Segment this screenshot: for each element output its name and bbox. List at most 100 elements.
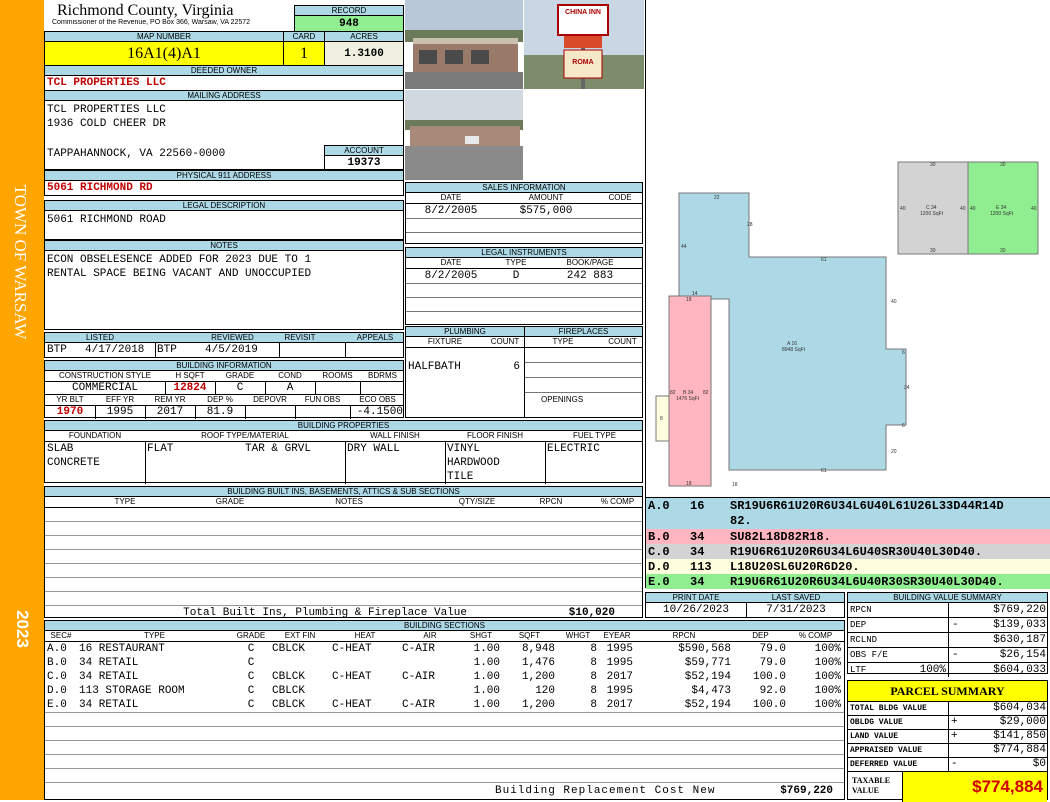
photo-building-rear bbox=[405, 90, 523, 180]
dim-d: 8 bbox=[660, 416, 663, 422]
bi2-col-notes: NOTES bbox=[335, 497, 363, 506]
section-cell-extfin: CBLCK bbox=[272, 685, 306, 697]
ps-obldg-value: $29,000 bbox=[999, 716, 1046, 728]
sales-title: SALES INFORMATION bbox=[406, 183, 642, 193]
plumbing-count: 6 bbox=[513, 361, 520, 373]
legend-code-b: 34 bbox=[690, 530, 705, 544]
section-cell-eyear: 1995 bbox=[606, 685, 633, 697]
dim-c-top: 30 bbox=[930, 162, 936, 168]
bi-yrblt: 1970 bbox=[56, 406, 84, 418]
legend-path-a: SR19U6R61U20R6U34L6U40L61U26L33D44R14D bbox=[730, 499, 1004, 513]
bi-col-depovr: DEPOVR bbox=[253, 395, 287, 404]
legal-instruments-title: LEGAL INSTRUMENTS bbox=[406, 248, 642, 258]
fireplaces-box: FIREPLACES TYPE COUNT OPENINGS bbox=[524, 326, 643, 418]
legend-sec-d: D.0 bbox=[648, 560, 670, 574]
record-box: RECORD 948 bbox=[294, 5, 404, 32]
ps-taxable-value: $774,884 bbox=[902, 772, 1047, 802]
replacement-value: $769,220 bbox=[780, 785, 833, 797]
section-cell-grade: C bbox=[247, 699, 255, 711]
map-number-value: 16A1(4)A1 bbox=[45, 42, 283, 66]
bi-cond: A bbox=[286, 382, 294, 394]
vs-ltf-pct: 100% bbox=[919, 664, 946, 676]
li-col-date: DATE bbox=[440, 258, 462, 267]
section-cell-shgt: 1.00 bbox=[473, 685, 500, 697]
dim-b-top: 18 bbox=[686, 297, 692, 303]
section-cell-type: 34 RETAIL bbox=[79, 671, 139, 683]
area-a: 8948 SqFt bbox=[782, 347, 806, 353]
appeals-label: APPEALS bbox=[356, 333, 394, 342]
section-cell-air bbox=[402, 684, 458, 698]
photo-building-front-image bbox=[405, 0, 523, 89]
sketch-section-a bbox=[678, 192, 907, 471]
section-cell-air: C-AIR bbox=[402, 699, 436, 711]
sections-col-whgt: WHGT bbox=[565, 631, 591, 640]
bp-foundation-1: SLAB bbox=[47, 443, 74, 455]
section-cell-comp: 100% bbox=[814, 657, 841, 669]
legend-sec-b: B.0 bbox=[648, 530, 670, 544]
bp-col-floor: FLOOR FINISH bbox=[466, 431, 523, 440]
section-cell-sqft: 120 bbox=[535, 685, 555, 697]
bi-depovr bbox=[245, 406, 295, 419]
section-cell-eyear: 2017 bbox=[606, 671, 633, 683]
ps-land-value: $141,850 bbox=[993, 730, 1046, 742]
sections-col-air: AIR bbox=[423, 631, 437, 640]
bi-funobs bbox=[295, 406, 350, 419]
section-cell-whgt: 8 bbox=[590, 685, 597, 697]
section-cell-comp: 100% bbox=[814, 699, 841, 711]
fireplaces-col-count: COUNT bbox=[608, 337, 637, 346]
dim-a-61: 61 bbox=[821, 257, 827, 263]
bi-col-dep: DEP % bbox=[207, 395, 233, 404]
section-row: C.0 34 RETAIL C CBLCK C-HEAT C-AIR 1.00 1,200 8 2… bbox=[45, 670, 844, 684]
sections-col-sqft: SQFT bbox=[518, 631, 541, 640]
bi-col-rooms: ROOMS bbox=[322, 371, 353, 380]
section-row-empty bbox=[45, 768, 844, 783]
legend-sec-c: C.0 bbox=[648, 545, 670, 559]
print-date-label: PRINT DATE bbox=[672, 593, 720, 602]
ps-appraised-value: $774,884 bbox=[993, 744, 1046, 756]
sections-col-sec: SEC# bbox=[50, 631, 72, 640]
fireplaces-openings-label: OPENINGS bbox=[541, 395, 584, 404]
record-value: 948 bbox=[295, 16, 403, 32]
section-cell-sec: A.0 bbox=[47, 643, 67, 655]
section-cell-extfin: CBLCK bbox=[272, 671, 306, 683]
dim-a-28: 28 bbox=[747, 222, 753, 228]
section-cell-extfin bbox=[272, 656, 328, 670]
vs-rpcn-label: RPCN bbox=[850, 605, 872, 615]
bp-col-fuel: FUEL TYPE bbox=[572, 431, 617, 440]
legend-row-d: D.0 113 L18U20SL6U20R6D20. bbox=[646, 559, 1050, 574]
bi-col-ecoobs: ECO OBS bbox=[359, 395, 396, 404]
dim-a-18: 18 bbox=[732, 482, 738, 488]
bi-col-hsqft: H SQFT bbox=[175, 371, 205, 380]
bp-col-roof: ROOF TYPE/MATERIAL bbox=[201, 431, 289, 440]
bp-foundation-2: CONCRETE bbox=[47, 457, 100, 469]
section-cell-air bbox=[402, 656, 458, 670]
section-cell-extfin: CBLCK bbox=[272, 699, 306, 711]
plumbing-title: PLUMBING bbox=[406, 327, 524, 337]
section-cell-sec: B.0 bbox=[47, 657, 67, 669]
mailing-line-2: 1936 COLD CHEER DR bbox=[47, 118, 166, 130]
bi-col-funobs: FUN OBS bbox=[304, 395, 341, 404]
section-cell-rpcn: $52,194 bbox=[684, 699, 731, 711]
replacement-label: Building Replacement Cost New bbox=[495, 785, 716, 797]
building-properties-title: BUILDING PROPERTIES bbox=[45, 421, 642, 431]
legend-path-a2: 82. bbox=[730, 514, 752, 528]
bi-style: COMMERCIAL bbox=[71, 382, 138, 394]
year-label: 2023 bbox=[13, 610, 32, 648]
sections-col-rpcn: RPCN bbox=[672, 631, 696, 640]
dim-b-bottom: 18 bbox=[686, 481, 692, 487]
dim-e-right: 40 bbox=[1031, 206, 1037, 212]
bi-col-effyr: EFF YR bbox=[105, 395, 135, 404]
dim-a-top: 22 bbox=[714, 195, 720, 201]
bp-floor-2: HARDWOOD bbox=[447, 457, 500, 469]
section-cell-comp: 100% bbox=[814, 671, 841, 683]
acres-label: ACRES bbox=[325, 32, 403, 42]
li-type: D bbox=[512, 270, 520, 282]
dim-b-right: 82 bbox=[703, 390, 709, 396]
notes-box: NOTES ECON OBSELESENCE ADDED FOR 2023 DU… bbox=[44, 240, 404, 330]
vs-dep-label: DEP bbox=[850, 620, 867, 630]
sales-col-date: DATE bbox=[440, 193, 462, 202]
building-sections-title: BUILDING SECTIONS bbox=[45, 621, 844, 631]
section-cell-shgt: 1.00 bbox=[473, 643, 500, 655]
revisit-label: REVISIT bbox=[284, 333, 316, 342]
bi-rooms bbox=[315, 382, 360, 394]
